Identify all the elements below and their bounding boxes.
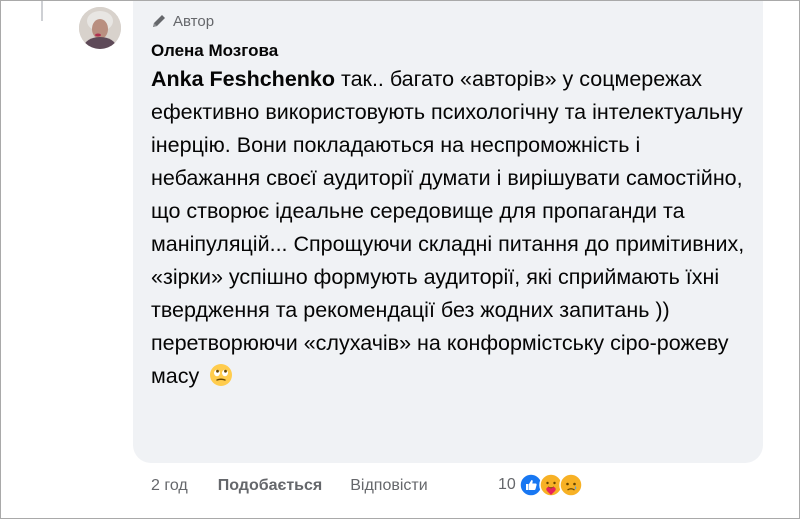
comment-timestamp[interactable]: 2 год — [151, 477, 188, 495]
reactions-summary[interactable]: 10 — [498, 471, 583, 499]
comment-text: Anka Feshchenko так.. багато «авторів» у… — [151, 63, 751, 393]
pencil-icon — [153, 15, 165, 27]
reaction-icons — [519, 473, 583, 497]
avatar[interactable] — [79, 7, 121, 49]
comment-body: так.. багато «авторів» у соцмережах ефек… — [151, 67, 745, 388]
reply-button[interactable]: Відповісти — [350, 477, 427, 495]
author-badge: Автор — [151, 11, 214, 31]
reaction-count: 10 — [498, 476, 516, 493]
thread-connector-line — [41, 1, 43, 21]
comment-author-name[interactable]: Олена Мозгова — [151, 41, 278, 61]
avatar-photo — [79, 7, 121, 49]
sad-reaction-icon — [559, 473, 583, 497]
author-badge-label: Автор — [173, 12, 215, 30]
like-button[interactable]: Подобається — [218, 477, 323, 495]
comment-actions: 2 год Подобається Відповісти — [151, 474, 428, 498]
mention-link[interactable]: Anka Feshchenko — [151, 67, 335, 91]
rolling-eyes-emoji-icon — [210, 364, 233, 386]
